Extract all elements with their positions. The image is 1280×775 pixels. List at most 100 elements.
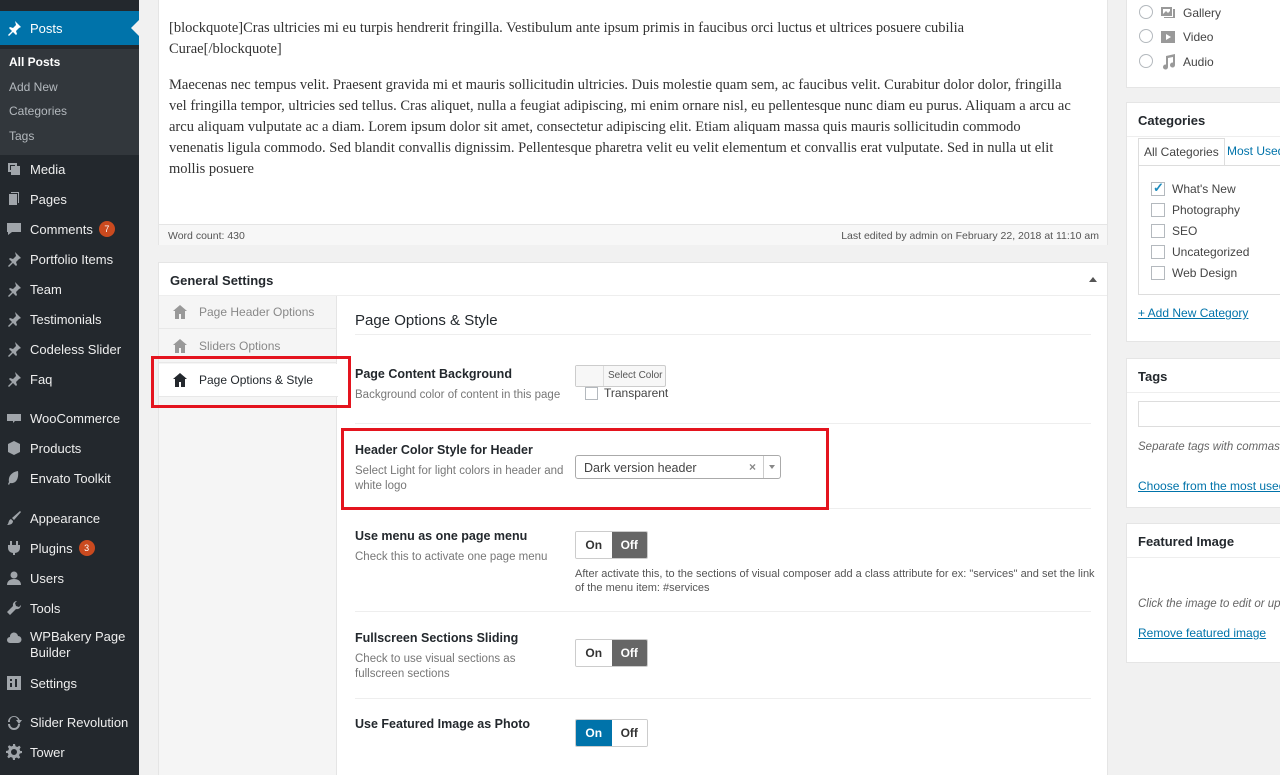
category-label: SEO: [1172, 224, 1198, 238]
category-checkbox-checked[interactable]: [1151, 180, 1165, 196]
submenu-all-posts[interactable]: All Posts: [9, 55, 60, 69]
option-description: Check this to activate one page menu: [355, 551, 548, 563]
home-icon: [172, 304, 188, 320]
menu-team[interactable]: Team: [0, 281, 139, 297]
pin-icon: [6, 251, 22, 267]
category-checkbox[interactable]: [1151, 224, 1165, 238]
category-checkbox[interactable]: [1151, 203, 1165, 217]
plugins-count-badge: 3: [78, 540, 95, 556]
refresh-icon: [6, 714, 22, 730]
toggle-off[interactable]: Off: [611, 640, 647, 666]
categories-box: Categories All Categories Most Used What…: [1126, 102, 1280, 342]
menu-comments[interactable]: Comments 7: [0, 221, 139, 237]
choose-most-used-link[interactable]: Choose from the most used: [1138, 479, 1280, 493]
pin-icon: [6, 341, 22, 357]
tags-note: Separate tags with commas: [1138, 441, 1280, 453]
format-radio-gallery[interactable]: [1139, 5, 1153, 19]
menu-media-label: Media: [30, 161, 66, 177]
general-settings-header[interactable]: General Settings: [159, 263, 1107, 296]
menu-tower-label: Tower: [30, 744, 65, 760]
menu-products-label: Products: [30, 440, 82, 456]
submenu-add-new[interactable]: Add New: [9, 80, 58, 94]
category-label: Web Design: [1172, 266, 1238, 280]
comments-count-badge: 7: [98, 221, 115, 237]
menu-faq-label: Faq: [30, 371, 53, 387]
format-radio-video[interactable]: [1139, 29, 1153, 43]
select-color-label: Select Color: [608, 370, 663, 381]
menu-woocommerce-label: WooCommerce: [30, 410, 121, 426]
home-icon: [172, 338, 188, 354]
gallery-icon: [1160, 4, 1176, 20]
category-checkbox[interactable]: [1151, 245, 1165, 259]
toggle-on[interactable]: On: [576, 720, 612, 746]
word-count: Word count: 430: [168, 230, 245, 242]
featured-image-note: Click the image to edit or update: [1138, 598, 1280, 610]
menu-envato-toolkit[interactable]: Envato Toolkit: [0, 470, 139, 486]
tab-page-header-options[interactable]: Page Header Options: [159, 296, 337, 329]
transparent-checkbox[interactable]: [585, 387, 598, 400]
menu-settings-label: Settings: [30, 675, 77, 691]
option-description: Background color of content in this page: [355, 389, 561, 401]
post-editor[interactable]: [blockquote]Cras ultricies mi eu turpis …: [158, 0, 1108, 245]
menu-slider-revolution[interactable]: Slider Revolution: [0, 714, 139, 730]
featured-image-title: Featured Image: [1138, 534, 1235, 549]
general-settings-title: General Settings: [170, 273, 274, 288]
submenu-categories[interactable]: Categories: [9, 104, 67, 118]
tab-most-used[interactable]: Most Used: [1222, 138, 1280, 166]
menu-wpbakery[interactable]: WPBakery Page Builder: [0, 629, 139, 661]
gear-icon: [6, 744, 22, 760]
menu-settings[interactable]: Settings: [0, 675, 139, 691]
toggle-off[interactable]: Off: [611, 532, 647, 558]
category-label: Uncategorized: [1172, 245, 1250, 259]
divider: [355, 611, 1091, 612]
one-page-menu-toggle[interactable]: On Off: [575, 531, 648, 559]
collapse-arrow-icon[interactable]: [1089, 277, 1097, 282]
menu-tools[interactable]: Tools: [0, 600, 139, 616]
menu-users[interactable]: Users: [0, 570, 139, 586]
menu-posts[interactable]: Posts: [0, 11, 139, 45]
toggle-on[interactable]: On: [576, 640, 612, 666]
menu-tower[interactable]: Tower: [0, 744, 139, 760]
menu-media[interactable]: Media: [0, 161, 139, 177]
divider: [1127, 136, 1280, 137]
menu-portfolio-items[interactable]: Portfolio Items: [0, 251, 139, 267]
option-label: Page Content Background: [355, 367, 512, 381]
select-color-button[interactable]: Select Color: [575, 365, 666, 387]
featured-image-toggle[interactable]: On Off: [575, 719, 648, 747]
tab-label: Page Header Options: [199, 305, 315, 319]
posts-submenu: All Posts Add New Categories Tags: [0, 49, 139, 155]
option-label: Use menu as one page menu: [355, 529, 528, 543]
tags-input[interactable]: [1138, 401, 1280, 427]
divider: [355, 698, 1091, 699]
menu-plugins[interactable]: Plugins 3: [0, 540, 139, 556]
submenu-tags[interactable]: Tags: [9, 129, 34, 143]
featured-image-box: Featured Image Click the image to edit o…: [1126, 523, 1280, 663]
toggle-off[interactable]: Off: [611, 720, 647, 746]
remove-featured-image-link[interactable]: Remove featured image: [1138, 626, 1266, 640]
menu-pages[interactable]: Pages: [0, 191, 139, 207]
option-label: Fullscreen Sections Sliding: [355, 631, 519, 645]
divider: [1127, 392, 1280, 393]
category-label: Photography: [1172, 203, 1241, 217]
post-format-box: Gallery Video Audio: [1126, 0, 1280, 88]
tags-box: Tags Separate tags with commas Choose fr…: [1126, 358, 1280, 508]
pin-icon: [6, 311, 22, 327]
menu-woocommerce[interactable]: WooCommerce: [0, 410, 139, 426]
category-checkbox[interactable]: [1151, 266, 1165, 280]
menu-faq[interactable]: Faq: [0, 371, 139, 387]
menu-wpbakery-line1: WPBakery Page: [30, 629, 126, 644]
menu-pages-label: Pages: [30, 191, 67, 207]
toggle-on[interactable]: On: [576, 532, 612, 558]
tab-all-categories[interactable]: All Categories: [1138, 138, 1225, 166]
menu-appearance[interactable]: Appearance: [0, 510, 139, 526]
menu-codeless-slider[interactable]: Codeless Slider: [0, 341, 139, 357]
general-settings-box: General Settings Page Header Options Sli…: [158, 262, 1108, 775]
format-radio-audio[interactable]: [1139, 54, 1153, 68]
option-note: After activate this, to the sections of …: [575, 568, 1095, 594]
menu-testimonials[interactable]: Testimonials: [0, 311, 139, 327]
divider: [355, 334, 1091, 335]
menu-products[interactable]: Products: [0, 440, 139, 456]
fullscreen-sliding-toggle[interactable]: On Off: [575, 639, 648, 667]
add-new-category-link[interactable]: + Add New Category: [1138, 306, 1248, 320]
transparent-label: Transparent: [604, 386, 669, 400]
